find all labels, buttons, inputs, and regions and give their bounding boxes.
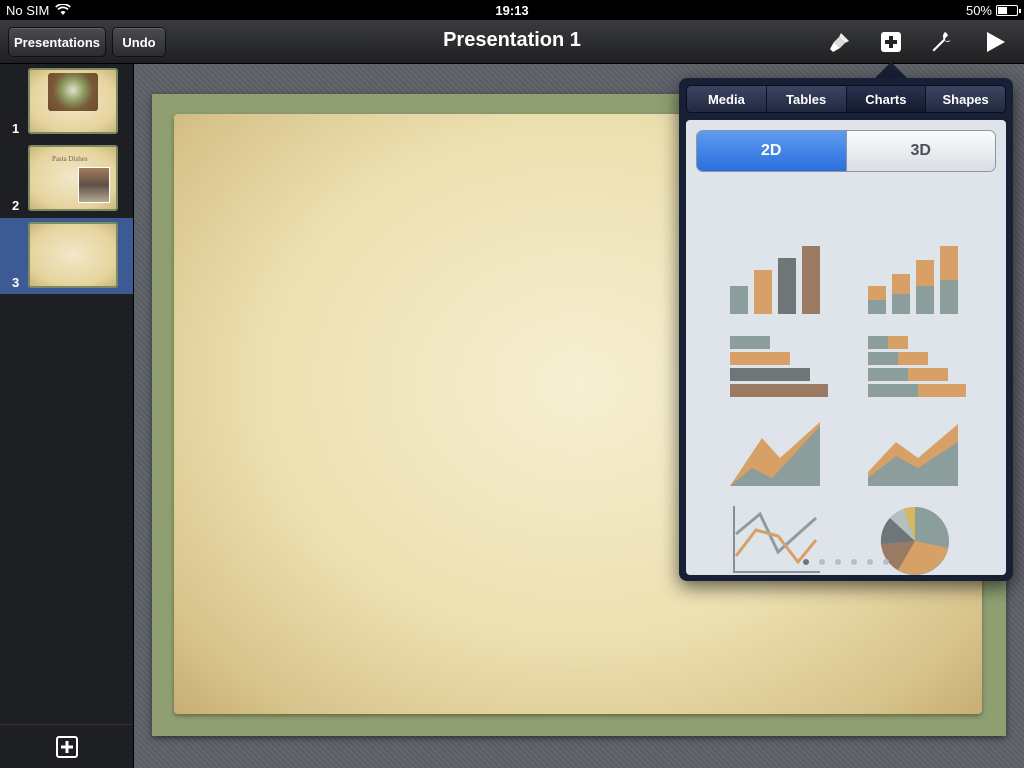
- page-dot-2: [819, 559, 825, 565]
- insert-popover: Media Tables Charts Shapes 2D 3D: [679, 78, 1013, 581]
- add-slide-icon[interactable]: [55, 735, 79, 759]
- presentations-button[interactable]: Presentations: [8, 27, 106, 57]
- toggle-2d-button[interactable]: 2D: [697, 131, 846, 171]
- slide-number: 3: [12, 275, 20, 290]
- stacked-area-chart-option[interactable]: [860, 418, 970, 492]
- insert-tabs: Media Tables Charts Shapes: [686, 85, 1006, 113]
- page-indicator[interactable]: [686, 559, 1006, 565]
- presentation-title: Presentation 1: [443, 29, 581, 51]
- slide-number: 1: [12, 121, 20, 136]
- page-dot-6: [883, 559, 889, 565]
- stacked-column-chart-option[interactable]: [860, 246, 970, 320]
- popover-arrow: [874, 62, 908, 79]
- page-dot-3: [835, 559, 841, 565]
- toolbar: Presentations Undo Presentation 1: [0, 20, 1024, 64]
- tab-media[interactable]: Media: [687, 86, 767, 112]
- column-chart-option[interactable]: [722, 246, 832, 320]
- chart-style-grid: [686, 180, 1006, 575]
- slide-number: 2: [12, 198, 20, 213]
- insert-plus-icon[interactable]: [876, 28, 906, 56]
- tab-shapes[interactable]: Shapes: [926, 86, 1005, 112]
- charts-panel: 2D 3D: [686, 120, 1006, 575]
- slide-thumbnail-image: [28, 222, 118, 288]
- slide-thumbnail-1[interactable]: 1: [0, 64, 133, 140]
- food-photo: [48, 73, 98, 111]
- battery-percent: 50%: [965, 2, 992, 18]
- slide-thumbnail-2[interactable]: Pasta Dishes 2: [0, 141, 133, 217]
- bar-chart-option[interactable]: [722, 332, 832, 406]
- clock: 19:13: [495, 2, 529, 18]
- status-bar: No SIM 19:13 50%: [0, 0, 1024, 20]
- stacked-bar-chart-option[interactable]: [860, 332, 970, 406]
- tab-tables[interactable]: Tables: [766, 86, 847, 112]
- slide-thumbnail-image: [28, 68, 118, 134]
- area-chart-option[interactable]: [722, 418, 832, 492]
- paintbrush-icon[interactable]: [825, 28, 855, 56]
- wifi-icon: [55, 4, 72, 15]
- play-icon[interactable]: [980, 28, 1010, 56]
- undo-button[interactable]: Undo: [112, 27, 166, 57]
- tab-charts[interactable]: Charts: [846, 86, 927, 112]
- sidebar-footer: [0, 724, 133, 768]
- slide-title-text: Pasta Dishes: [52, 155, 88, 163]
- wrench-icon[interactable]: [927, 28, 957, 56]
- carrier-label: No SIM: [6, 2, 50, 18]
- dimension-toggle: 2D 3D: [696, 130, 996, 172]
- page-dot-1: [803, 559, 809, 565]
- page-dot-4: [851, 559, 857, 565]
- battery-icon: [996, 4, 1021, 16]
- slide-navigator: 1 Pasta Dishes 2 3: [0, 64, 134, 768]
- slide-thumbnail-3[interactable]: 3: [0, 218, 133, 294]
- slide-thumbnail-image: Pasta Dishes: [28, 145, 118, 211]
- kitchen-photo: [78, 167, 110, 203]
- toggle-3d-button[interactable]: 3D: [845, 131, 995, 171]
- page-dot-5: [867, 559, 873, 565]
